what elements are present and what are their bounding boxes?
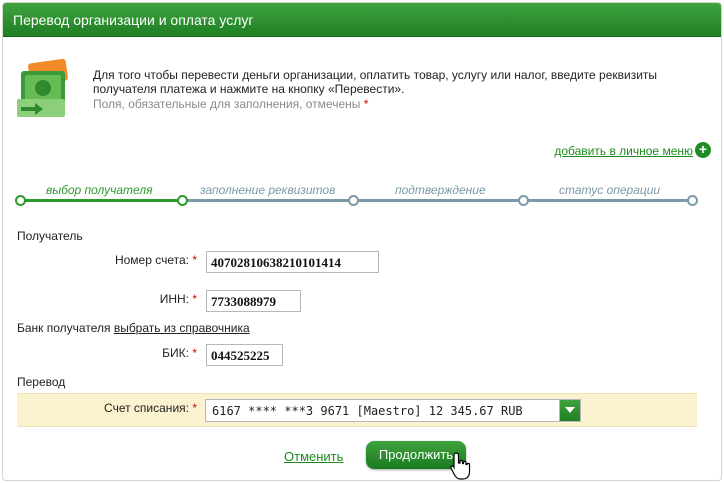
dropdown-button[interactable] — [559, 400, 580, 421]
add-to-menu-link[interactable]: добавить в личное меню — [554, 144, 693, 158]
step-label-details: заполнение реквизитов — [200, 183, 336, 197]
progress-steps: выбор получателя заполнение реквизитов п… — [15, 183, 699, 213]
step-node-start — [15, 195, 26, 206]
inn-label-text: ИНН: — [159, 292, 189, 306]
debit-account-label-text: Счет списания: — [104, 401, 189, 415]
debit-account-select[interactable]: 6167 **** ***3 9671 [Maestro] 12 345.67 … — [205, 399, 581, 422]
required-mark: * — [192, 253, 197, 267]
cancel-link[interactable]: Отменить — [284, 449, 343, 464]
bik-label-text: БИК: — [162, 346, 189, 360]
step-line-1 — [20, 199, 182, 202]
transfer-section-label: Перевод — [17, 375, 66, 389]
step-label-confirm: подтверждение — [395, 183, 486, 197]
step-line-2 — [182, 199, 353, 202]
plus-icon[interactable]: + — [695, 142, 711, 158]
bank-section-label: Банк получателя — [17, 321, 111, 335]
step-line-4 — [523, 199, 693, 202]
inn-label: ИНН: * — [63, 292, 197, 306]
transfer-panel: Перевод организации и оплата услуг Для т… — [2, 2, 722, 481]
bik-input[interactable]: 044525225 — [206, 344, 283, 366]
required-mark: * — [192, 401, 197, 415]
hand-cursor-icon — [450, 452, 471, 480]
chevron-down-icon — [565, 407, 575, 413]
required-fields-note: Поля, обязательные для заполнения, отмеч… — [93, 97, 368, 111]
page-title: Перевод организации и оплата услуг — [13, 12, 254, 28]
select-from-directory-link[interactable]: выбрать из справочника — [114, 321, 250, 335]
recipient-section-label: Получатель — [17, 229, 83, 243]
step-node-1 — [177, 195, 188, 206]
step-label-recipient: выбор получателя — [46, 183, 153, 197]
required-mark: * — [192, 346, 197, 360]
step-node-4 — [687, 195, 698, 206]
step-label-status: статус операции — [559, 183, 661, 197]
intro-text: Для того чтобы перевести деньги организа… — [93, 68, 658, 96]
account-number-label-text: Номер счета: — [114, 253, 189, 267]
step-node-3 — [518, 195, 529, 206]
debit-account-label: Счет списания: * — [63, 401, 197, 415]
step-line-3 — [353, 199, 523, 202]
account-number-input[interactable]: 40702810638210101414 — [206, 251, 379, 273]
panel-header: Перевод организации и оплата услуг — [3, 3, 721, 37]
required-mark: * — [363, 97, 369, 111]
bank-section: Банк получателя выбрать из справочника — [17, 321, 250, 335]
required-note-text: Поля, обязательные для заполнения, отмеч… — [93, 97, 361, 111]
step-node-2 — [348, 195, 359, 206]
money-transfer-icon — [17, 58, 68, 117]
inn-input[interactable]: 7733088979 — [206, 290, 301, 312]
bik-label: БИК: * — [63, 346, 197, 360]
required-mark: * — [192, 292, 197, 306]
account-number-label: Номер счета: * — [63, 253, 197, 267]
